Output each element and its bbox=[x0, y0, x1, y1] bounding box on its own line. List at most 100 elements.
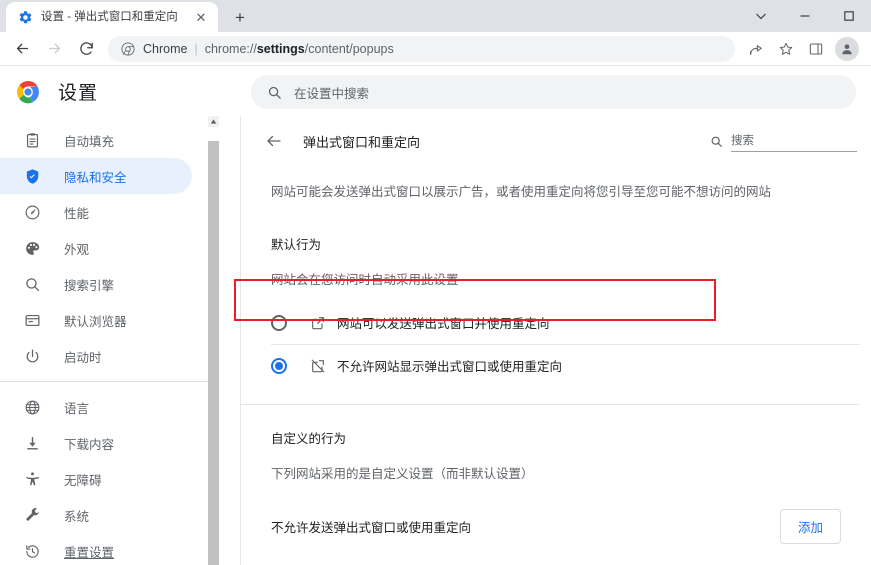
sidebar-item-on-startup[interactable]: 启动时 bbox=[0, 338, 192, 374]
sidebar-item-label: 搜索引擎 bbox=[64, 278, 115, 293]
reload-button[interactable] bbox=[72, 35, 100, 63]
sidebar-item-label: 语言 bbox=[64, 401, 90, 416]
content-search-placeholder: 搜索 bbox=[731, 134, 754, 147]
sidebar-item-search-engine[interactable]: 搜索引擎 bbox=[0, 266, 192, 302]
sidebar-item-performance[interactable]: 性能 bbox=[0, 194, 192, 230]
search-icon bbox=[709, 135, 723, 149]
star-icon[interactable] bbox=[773, 36, 799, 62]
close-icon[interactable]: ✕ bbox=[192, 8, 210, 26]
side-panel-icon[interactable] bbox=[803, 36, 829, 62]
share-icon[interactable] bbox=[743, 36, 769, 62]
page-title: 设置 bbox=[58, 83, 99, 104]
add-site-button[interactable]: 添加 bbox=[779, 509, 841, 545]
sidebar-scrollbar-thumb[interactable] bbox=[208, 141, 219, 565]
sidebar-item-label: 无障碍 bbox=[64, 473, 102, 488]
scroll-up-arrow-icon[interactable] bbox=[208, 116, 219, 127]
search-icon bbox=[266, 84, 282, 100]
radio-group: 网站可以发送弹出式窗口并使用重定向 不允许网站显示弹出式窗口或使用重定向 bbox=[241, 302, 871, 387]
avatar[interactable] bbox=[835, 36, 859, 61]
browser-window: 设置 - 弹出式窗口和重定向 ✕ + Chrome | chrome://set… bbox=[0, 0, 871, 565]
back-arrow-icon[interactable] bbox=[263, 130, 285, 152]
open-in-new-icon bbox=[309, 314, 327, 332]
sidebar-item-privacy-and-security[interactable]: 隐私和安全 bbox=[0, 158, 192, 194]
settings-content: 弹出式窗口和重定向 搜索 网站可能会发送弹出式窗口以展示广告，或者使用重定向将您… bbox=[241, 116, 871, 565]
window-controls bbox=[739, 0, 871, 32]
accessibility-icon bbox=[22, 469, 42, 489]
sidebar-item-label: 启动时 bbox=[64, 350, 102, 365]
sidebar-group-secondary: 语言 下载内容 无障碍 系统 重置设置 bbox=[0, 389, 208, 565]
maximize-icon[interactable] bbox=[827, 0, 871, 32]
new-tab-button[interactable]: + bbox=[226, 3, 254, 31]
content-description: 网站可能会发送弹出式窗口以展示广告，或者使用重定向将您引导至您可能不想访问的网站 bbox=[271, 185, 772, 199]
browser-window-icon bbox=[22, 310, 42, 330]
sidebar-item-autofill[interactable]: 自动填充 bbox=[0, 122, 192, 158]
sidebar-item-languages[interactable]: 语言 bbox=[0, 389, 192, 425]
shield-icon bbox=[22, 166, 42, 186]
forward-button[interactable] bbox=[40, 35, 68, 63]
search-icon bbox=[22, 274, 42, 294]
sidebar-item-downloads[interactable]: 下载内容 bbox=[0, 425, 192, 461]
tab-title: 设置 - 弹出式窗口和重定向 bbox=[41, 11, 178, 23]
download-icon bbox=[22, 433, 42, 453]
chrome-icon bbox=[120, 41, 136, 57]
sidebar-group-primary: 自动填充 隐私和安全 性能 外观 搜索引擎 默认浏览器 启动时 bbox=[0, 116, 208, 374]
settings-header: 设置 在设置中搜索 bbox=[0, 67, 871, 116]
autofill-icon bbox=[22, 130, 42, 150]
browser-toolbar: Chrome | chrome://settings/content/popup… bbox=[0, 32, 871, 66]
tab-strip: 设置 - 弹出式窗口和重定向 ✕ + bbox=[0, 0, 871, 32]
address-bar-url: chrome://settings/content/popups bbox=[205, 42, 394, 56]
sidebar-divider bbox=[0, 381, 208, 382]
sidebar-item-label: 下载内容 bbox=[64, 437, 115, 452]
content-search-input[interactable]: 搜索 bbox=[709, 131, 857, 152]
sidebar-item-label: 自动填充 bbox=[64, 134, 115, 149]
settings-search-placeholder: 在设置中搜索 bbox=[294, 86, 370, 101]
sidebar-item-label: 性能 bbox=[64, 206, 90, 221]
pane-gap bbox=[219, 116, 240, 565]
wrench-icon bbox=[22, 505, 42, 525]
settings-sidebar: 自动填充 隐私和安全 性能 外观 搜索引擎 默认浏览器 启动时 语言 下载内容 … bbox=[0, 116, 208, 565]
address-bar[interactable]: Chrome | chrome://settings/content/popup… bbox=[108, 35, 735, 62]
content-scrollbar-track[interactable] bbox=[860, 116, 871, 565]
site-chip-label: Chrome bbox=[143, 41, 188, 56]
settings-search-input[interactable]: 在设置中搜索 bbox=[251, 75, 856, 109]
globe-icon bbox=[22, 397, 42, 417]
content-title: 弹出式窗口和重定向 bbox=[303, 134, 421, 150]
url-prefix: chrome:// bbox=[204, 41, 257, 56]
radio-option-allow-popups[interactable]: 网站可以发送弹出式窗口并使用重定向 bbox=[241, 302, 871, 344]
omnibox-separator: | bbox=[194, 41, 198, 56]
sidebar-item-reset-settings[interactable]: 重置设置 bbox=[0, 533, 192, 565]
content-header: 弹出式窗口和重定向 搜索 bbox=[241, 116, 871, 166]
open-in-new-blocked-icon bbox=[309, 357, 327, 375]
gear-icon bbox=[18, 10, 33, 25]
sidebar-item-appearance[interactable]: 外观 bbox=[0, 230, 192, 266]
radio-option-label: 网站可以发送弹出式窗口并使用重定向 bbox=[337, 317, 550, 332]
sidebar-item-label: 默认浏览器 bbox=[64, 314, 127, 329]
performance-icon bbox=[22, 202, 42, 222]
content-search-underline: 搜索 bbox=[731, 131, 857, 152]
custom-behavior-heading: 自定义的行为 bbox=[271, 431, 347, 446]
blocked-list-label: 不允许发送弹出式窗口或使用重定向 bbox=[271, 521, 472, 536]
settings-body: 自动填充 隐私和安全 性能 外观 搜索引擎 默认浏览器 启动时 语言 下载内容 … bbox=[0, 116, 871, 565]
sidebar-item-system[interactable]: 系统 bbox=[0, 497, 192, 533]
radio-indicator[interactable] bbox=[271, 314, 287, 331]
sidebar-item-label: 重置设置 bbox=[64, 545, 115, 560]
sidebar-item-default-browser[interactable]: 默认浏览器 bbox=[0, 302, 192, 338]
radio-option-block-popups[interactable]: 不允许网站显示弹出式窗口或使用重定向 bbox=[241, 345, 871, 387]
back-button[interactable] bbox=[8, 35, 36, 63]
url-bold-segment: settings bbox=[256, 41, 305, 56]
palette-icon bbox=[22, 238, 42, 258]
sidebar-item-label: 外观 bbox=[64, 242, 90, 257]
radio-option-label: 不允许网站显示弹出式窗口或使用重定向 bbox=[337, 360, 563, 375]
url-suffix: /content/popups bbox=[304, 41, 394, 56]
power-icon bbox=[22, 346, 42, 366]
section-divider bbox=[241, 403, 871, 405]
minimize-icon[interactable] bbox=[783, 0, 827, 32]
sidebar-item-label: 系统 bbox=[64, 509, 90, 524]
browser-tab[interactable]: 设置 - 弹出式窗口和重定向 ✕ bbox=[6, 2, 218, 32]
default-behavior-heading: 默认行为 bbox=[271, 237, 322, 252]
sidebar-item-label: 隐私和安全 bbox=[64, 170, 127, 185]
radio-indicator[interactable] bbox=[271, 357, 287, 374]
restore-icon bbox=[22, 541, 42, 561]
chevron-down-icon[interactable] bbox=[739, 0, 783, 32]
sidebar-item-accessibility[interactable]: 无障碍 bbox=[0, 461, 192, 497]
